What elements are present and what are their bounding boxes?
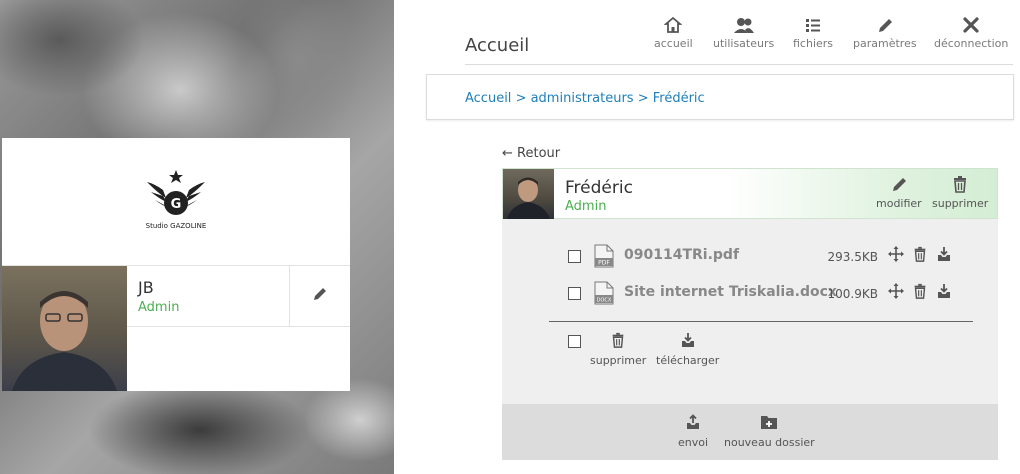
pencil-icon xyxy=(876,175,922,193)
trash-icon xyxy=(932,175,988,193)
file-row: PDF 090114TRi.pdf 293.5KB xyxy=(568,244,958,268)
nav-accueil[interactable]: accueil xyxy=(654,16,693,50)
select-all-checkbox[interactable] xyxy=(568,335,581,348)
pencil-icon xyxy=(312,286,328,306)
svg-text:G: G xyxy=(171,197,182,212)
edit-profile-button[interactable] xyxy=(289,266,350,327)
download-icon xyxy=(656,332,719,348)
page-title: Accueil xyxy=(465,35,530,56)
back-link[interactable]: ← Retour xyxy=(502,146,560,161)
user-detail-header: Frédéric Admin modifier supprimer xyxy=(502,168,998,219)
nav-utilisateurs[interactable]: utilisateurs xyxy=(713,16,774,50)
nav-label: accueil xyxy=(654,37,693,50)
user-detail-name: Frédéric xyxy=(565,178,633,198)
nav-label: fichiers xyxy=(793,37,834,50)
download-icon[interactable] xyxy=(936,246,952,266)
download-icon[interactable] xyxy=(936,283,952,303)
top-bar: Accueil accueil utilisateurs fichiers pa… xyxy=(465,10,1013,65)
upload-label: envoi xyxy=(678,436,709,449)
file-size: 100.9KB xyxy=(827,287,878,301)
nav-fichiers[interactable]: fichiers xyxy=(793,16,833,50)
user-name: JB xyxy=(138,278,154,297)
home-icon xyxy=(654,16,693,34)
breadcrumb-separator: > xyxy=(637,91,653,106)
breadcrumb-current[interactable]: Frédéric xyxy=(653,91,705,106)
nav-label: déconnection xyxy=(934,37,1009,50)
bulk-delete-button[interactable]: supprimer xyxy=(590,332,646,367)
trash-icon[interactable] xyxy=(912,246,928,266)
bulk-download-button[interactable]: télécharger xyxy=(656,332,719,367)
pencil-icon xyxy=(853,16,917,34)
brand-logo-text: Studio GAZOLINE xyxy=(146,222,207,230)
new-folder-button[interactable]: nouveau dossier xyxy=(724,414,815,449)
panel-footer: envoi nouveau dossier xyxy=(502,404,998,460)
file-row: DOCX Site internet Triskalia.docx 100.9K… xyxy=(568,281,958,305)
nav-label: paramètres xyxy=(853,37,917,50)
bulk-delete-label: supprimer xyxy=(590,354,647,367)
user-thumbnail xyxy=(503,169,554,219)
file-size: 293.5KB xyxy=(827,250,878,264)
breadcrumb-administrateurs[interactable]: administrateurs xyxy=(531,91,634,106)
user-detail-role: Admin xyxy=(565,199,607,214)
modify-label: modifier xyxy=(876,197,922,210)
nav-parametres[interactable]: paramètres xyxy=(853,16,917,50)
move-icon[interactable] xyxy=(888,283,904,303)
upload-button[interactable]: envoi xyxy=(678,414,708,449)
breadcrumb-separator: > xyxy=(515,91,531,106)
breadcrumb-accueil[interactable]: Accueil xyxy=(465,91,511,106)
user-avatar xyxy=(2,266,127,391)
list-icon xyxy=(793,16,833,34)
trash-icon xyxy=(590,332,646,348)
user-info: JB Admin xyxy=(127,266,289,327)
nav-deconnection[interactable]: déconnection xyxy=(934,16,1008,50)
close-icon xyxy=(934,16,1008,34)
users-icon xyxy=(713,16,774,34)
nav-label: utilisateurs xyxy=(713,37,775,50)
modify-button[interactable]: modifier xyxy=(876,175,922,210)
user-detail-panel: Frédéric Admin modifier supprimer PDF 09… xyxy=(502,168,998,460)
upload-icon xyxy=(678,414,708,430)
move-icon[interactable] xyxy=(888,246,904,266)
delete-label: supprimer xyxy=(932,197,989,210)
breadcrumb: Accueil > administrateurs > Frédéric xyxy=(426,74,1014,120)
divider xyxy=(549,321,973,322)
trash-icon[interactable] xyxy=(912,283,928,303)
delete-user-button[interactable]: supprimer xyxy=(932,175,988,210)
new-folder-label: nouveau dossier xyxy=(724,436,815,449)
brand-logo: G Studio GAZOLINE xyxy=(2,138,350,266)
new-folder-icon xyxy=(724,414,815,430)
bulk-download-label: télécharger xyxy=(656,354,720,367)
profile-card: G Studio GAZOLINE JB Admin xyxy=(2,138,350,391)
user-role: Admin xyxy=(138,300,180,315)
